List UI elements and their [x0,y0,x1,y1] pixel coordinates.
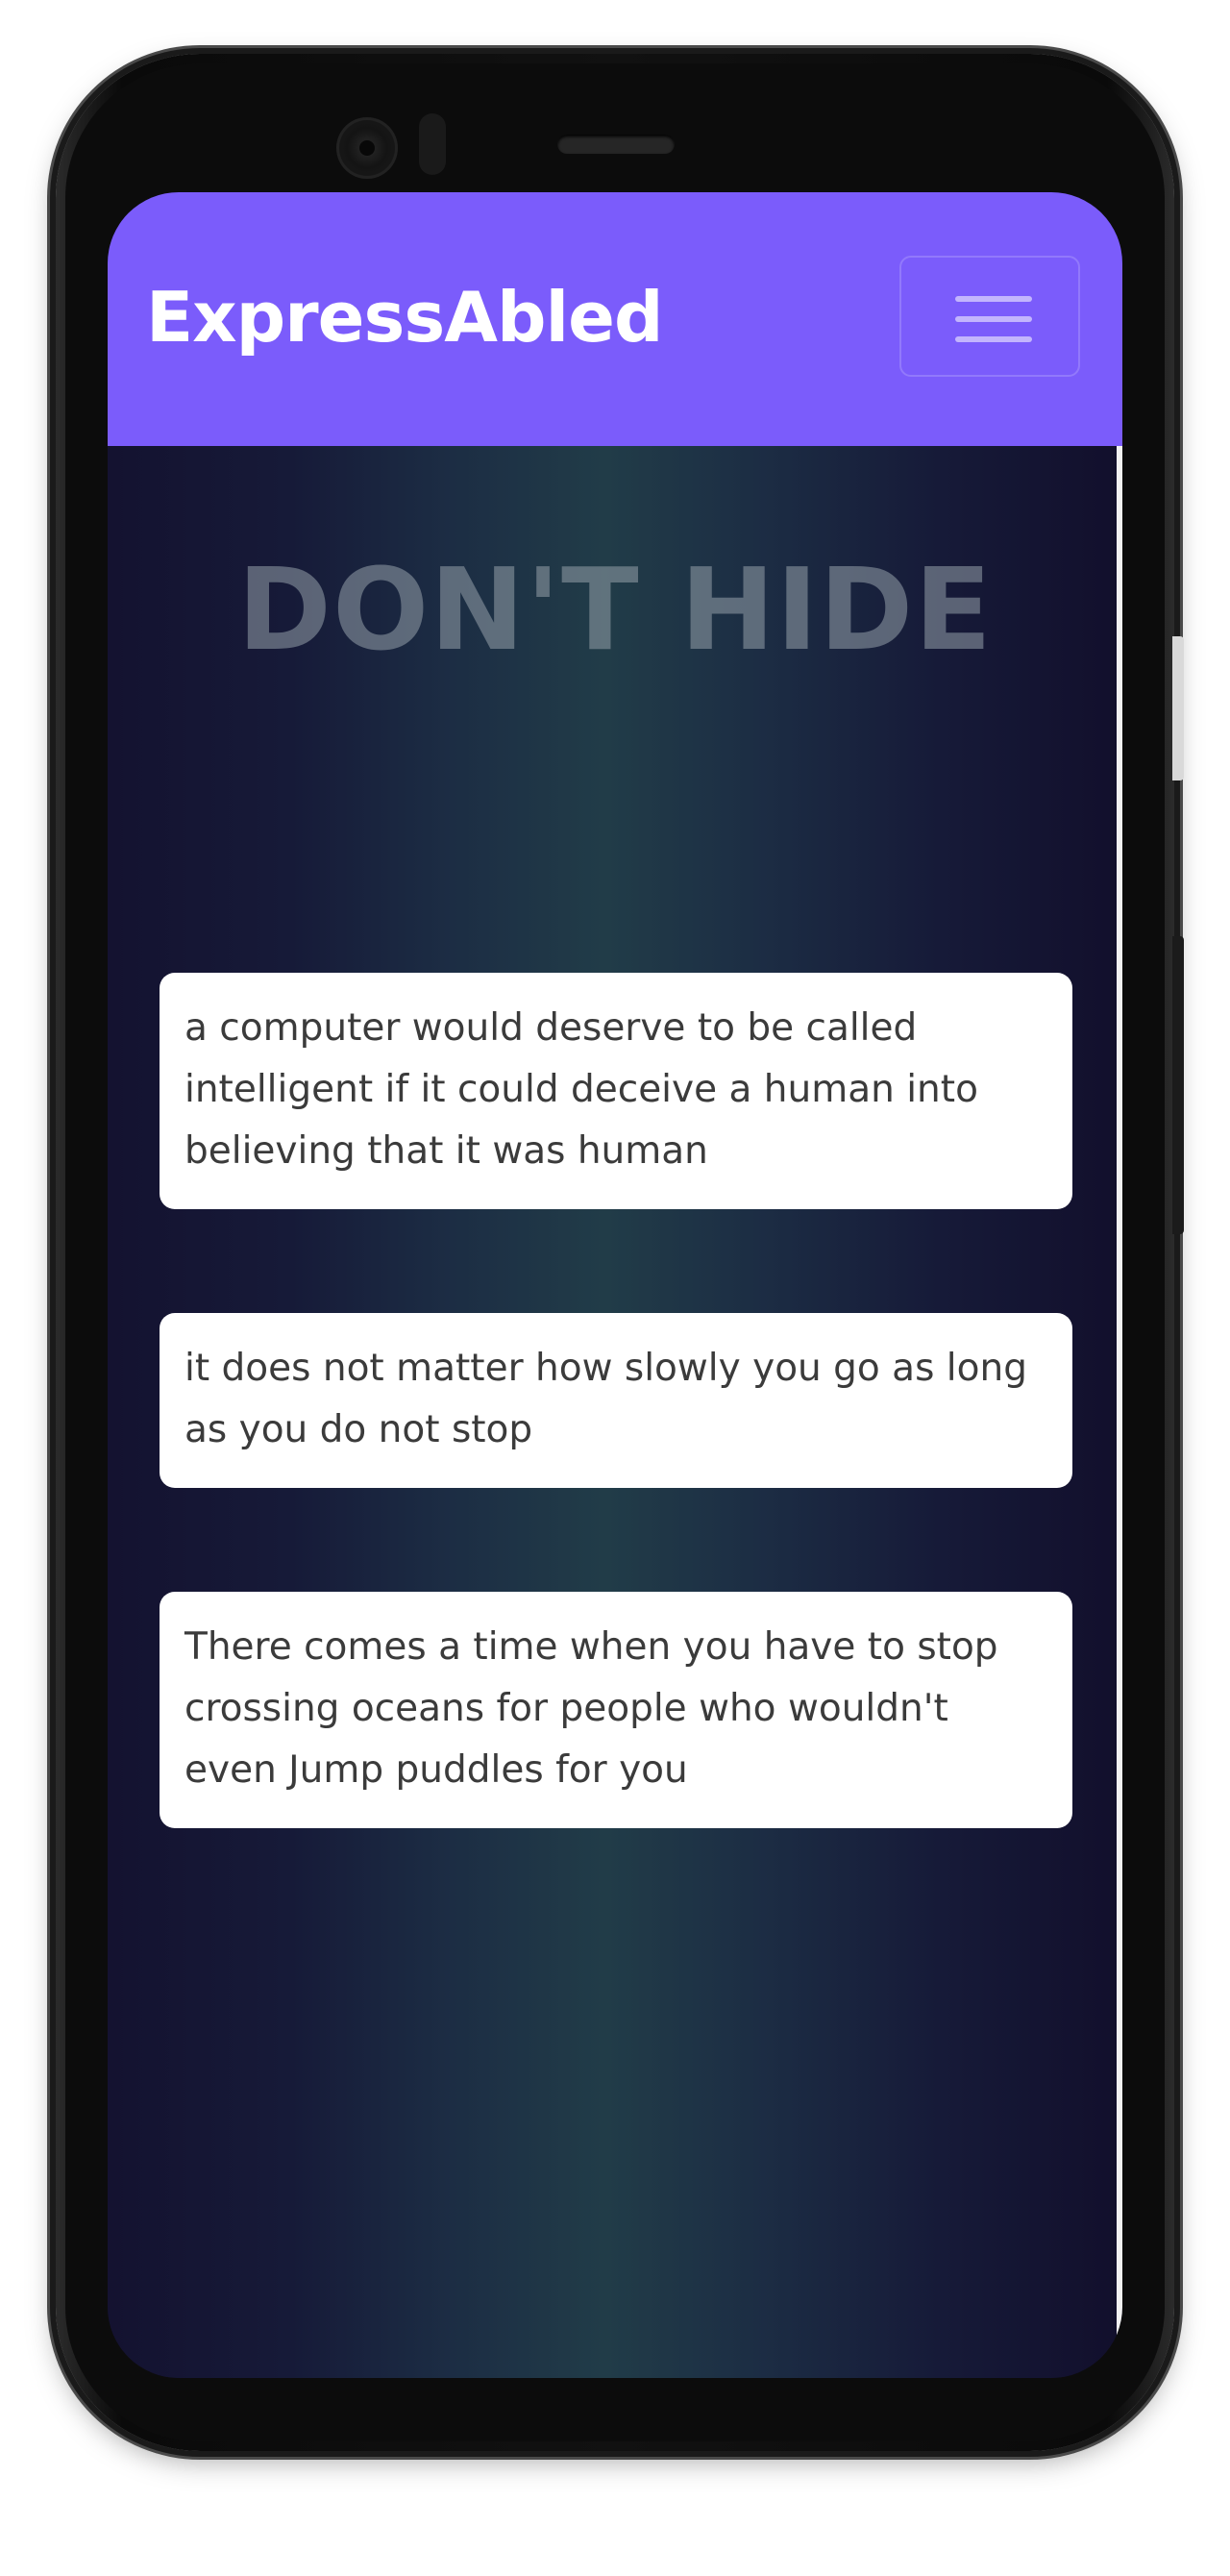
volume-button [1172,936,1184,1234]
brand-logo[interactable]: ExpressAbled [146,271,664,363]
quote-card: it does not matter how slowly you go as … [160,1313,1072,1488]
hamburger-menu-icon [955,316,1032,322]
page-title: DON'T HIDE [237,543,993,676]
quote-text: a computer would deserve to be called in… [184,1006,978,1173]
navbar: ExpressAbled [108,192,1122,446]
phone-frame: ExpressAbled DON'T HIDE a computer would… [56,54,1184,2451]
main-content: DON'T HIDE a computer would deserve to b… [108,446,1122,2378]
scrollbar[interactable] [1117,446,1122,2378]
earpiece-speaker [557,135,675,154]
hamburger-menu-icon [955,336,1032,342]
quote-card: a computer would deserve to be called in… [160,973,1072,1209]
quote-text: There comes a time when you have to stop… [184,1625,998,1792]
phone-screen: ExpressAbled DON'T HIDE a computer would… [108,192,1122,2378]
front-camera-icon [336,117,398,179]
proximity-sensor [419,113,446,175]
quote-text: it does not matter how slowly you go as … [184,1347,1027,1451]
power-button [1172,636,1184,780]
quote-card: There comes a time when you have to stop… [160,1592,1072,1828]
hamburger-menu-icon [955,296,1032,302]
menu-toggle-button[interactable] [899,256,1080,377]
